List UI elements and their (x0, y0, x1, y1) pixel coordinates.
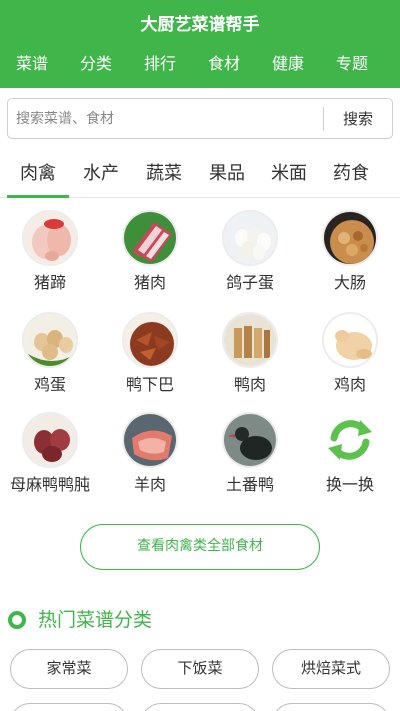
app-header: 大厨艺菜谱帮手 菜谱 分类 排行 食材 健康 专题 (0, 0, 400, 88)
category-button-partial[interactable] (141, 703, 259, 711)
nav-item-categories[interactable]: 分类 (66, 52, 126, 76)
duck-gizzard-photo-icon (22, 412, 78, 468)
section-title: 热门菜谱分类 (38, 609, 153, 631)
ingredient-label: 土番鸭 (225, 475, 274, 494)
category-button-baking[interactable]: 烘焙菜式 (272, 649, 390, 689)
category-button-partial[interactable] (272, 703, 390, 711)
tab-vegetables[interactable]: 蔬菜 (133, 160, 195, 188)
ingredient-label: 鸭肉 (233, 375, 266, 394)
ingredient-item-pork[interactable]: 猪肉 (100, 210, 200, 304)
search-divider (323, 107, 324, 131)
circle-bullet-icon (8, 611, 26, 629)
tab-fruits[interactable]: 果品 (196, 160, 258, 188)
mutton-photo-icon (122, 412, 178, 468)
category-tabs: 肉禽 水产 蔬菜 果品 米面 药食 (0, 156, 400, 198)
ingredient-label: 鸽子蛋 (225, 273, 274, 292)
nav-item-ranking[interactable]: 排行 (130, 52, 190, 76)
category-button-rice-dishes[interactable]: 下饭菜 (141, 649, 259, 689)
ingredient-label: 鸡蛋 (33, 375, 66, 394)
nav-item-ingredients[interactable]: 食材 (194, 52, 254, 76)
top-nav: 菜谱 分类 排行 食材 健康 专题 (0, 52, 400, 76)
duck-meat-photo-icon (222, 312, 278, 368)
ingredient-label: 羊肉 (133, 475, 166, 494)
ingredient-item-duck-meat[interactable]: 鸭肉 (200, 312, 300, 406)
tab-rice-noodles[interactable]: 米面 (258, 160, 320, 188)
nav-item-recipes[interactable]: 菜谱 (2, 52, 62, 76)
refresh-icon (322, 412, 378, 468)
egg-photo-icon (22, 312, 78, 368)
active-tab-indicator (7, 195, 69, 198)
pork-photo-icon (122, 210, 178, 266)
ingredient-item-pigeon-egg[interactable]: 鸽子蛋 (200, 210, 300, 304)
category-button-partial[interactable] (10, 703, 128, 711)
chicken-photo-icon (322, 312, 378, 368)
ingredient-item-duck-gizzard[interactable]: 母麻鸭鸭肫 (0, 412, 100, 506)
ingredient-label: 鸭下巴 (125, 375, 174, 394)
muscovy-duck-photo-icon (222, 412, 278, 468)
tab-medicinal-food[interactable]: 药食 (320, 160, 382, 188)
ingredient-item-duck-chin[interactable]: 鸭下巴 (100, 312, 200, 406)
ingredient-label: 猪肉 (133, 273, 166, 292)
ingredient-label: 大肠 (333, 273, 366, 292)
ingredient-item-intestine[interactable]: 大肠 (300, 210, 400, 304)
ingredient-item-mutton[interactable]: 羊肉 (100, 412, 200, 506)
search-bar: 搜索 (7, 98, 393, 139)
refresh-button[interactable]: 换一换 (300, 412, 400, 506)
nav-item-topics[interactable]: 专题 (322, 52, 382, 76)
pigeon-egg-photo-icon (222, 210, 278, 266)
duck-chin-photo-icon (122, 312, 178, 368)
ingredient-item-muscovy-duck[interactable]: 土番鸭 (200, 412, 300, 506)
ingredient-label: 猪蹄 (33, 273, 66, 292)
search-input[interactable] (16, 106, 312, 132)
ingredient-item-chicken[interactable]: 鸡肉 (300, 312, 400, 406)
pig-trotter-photo-icon (22, 210, 78, 266)
refresh-label: 换一换 (325, 475, 374, 494)
view-all-ingredients-button[interactable]: 查看肉禽类全部食材 (80, 524, 320, 570)
ingredient-label: 鸡肉 (333, 375, 366, 394)
ingredient-item-pig-trotter[interactable]: 猪蹄 (0, 210, 100, 304)
tab-meat-poultry[interactable]: 肉禽 (7, 160, 69, 188)
category-button-home-cooking[interactable]: 家常菜 (10, 649, 128, 689)
ingredient-label: 母麻鸭鸭肫 (9, 475, 90, 494)
tab-seafood[interactable]: 水产 (70, 160, 132, 188)
app-title: 大厨艺菜谱帮手 (140, 15, 260, 35)
ingredient-item-egg[interactable]: 鸡蛋 (0, 312, 100, 406)
search-button[interactable]: 搜索 (326, 103, 390, 134)
intestine-photo-icon (322, 210, 378, 266)
nav-item-health[interactable]: 健康 (258, 52, 318, 76)
